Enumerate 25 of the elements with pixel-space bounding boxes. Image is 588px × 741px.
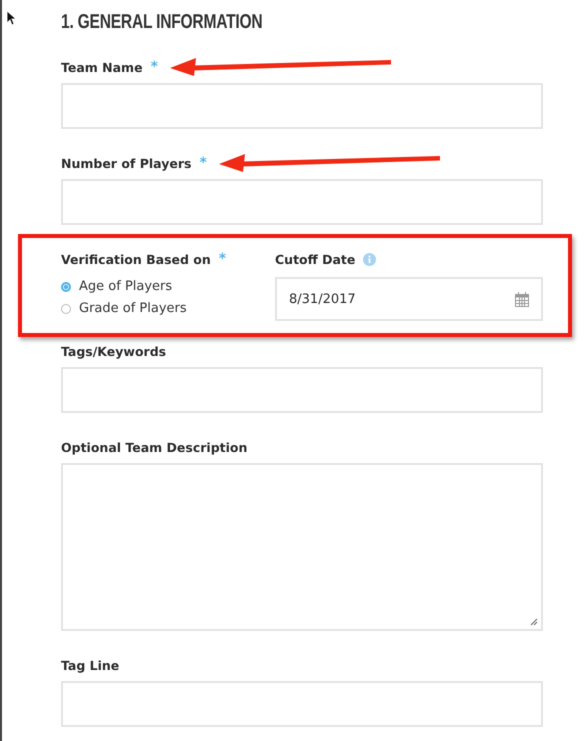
text-field[interactable] <box>61 83 543 129</box>
date-field[interactable]: 8/31/2017 <box>275 277 543 321</box>
field-label: Number of Players <box>61 156 192 170</box>
radio-button[interactable] <box>61 304 71 314</box>
calendar-icon[interactable] <box>515 292 529 306</box>
cursor-icon <box>6 10 16 26</box>
field-label: Tag Line <box>61 658 120 672</box>
field-label: Cutoff Date <box>275 252 356 266</box>
required-asterisk: * <box>218 251 226 267</box>
text-field[interactable] <box>61 367 543 413</box>
text-field[interactable] <box>61 681 543 727</box>
field-label: Team Name <box>61 60 143 74</box>
radio-button[interactable] <box>61 282 71 292</box>
resize-grip-icon <box>530 618 538 626</box>
field-label: Optional Team Description <box>61 440 248 454</box>
textarea-field[interactable] <box>61 463 543 631</box>
info-icon[interactable] <box>363 252 376 266</box>
required-asterisk: * <box>199 155 207 171</box>
section-heading: 1. GENERAL INFORMATION <box>61 10 264 35</box>
field-label: Tags/Keywords <box>61 344 166 358</box>
radio-label[interactable]: Age of Players <box>79 279 172 294</box>
required-asterisk: * <box>150 59 158 75</box>
radio-label[interactable]: Grade of Players <box>79 301 187 316</box>
field-label: Verification Based on <box>61 252 211 266</box>
text-field[interactable] <box>61 179 543 225</box>
